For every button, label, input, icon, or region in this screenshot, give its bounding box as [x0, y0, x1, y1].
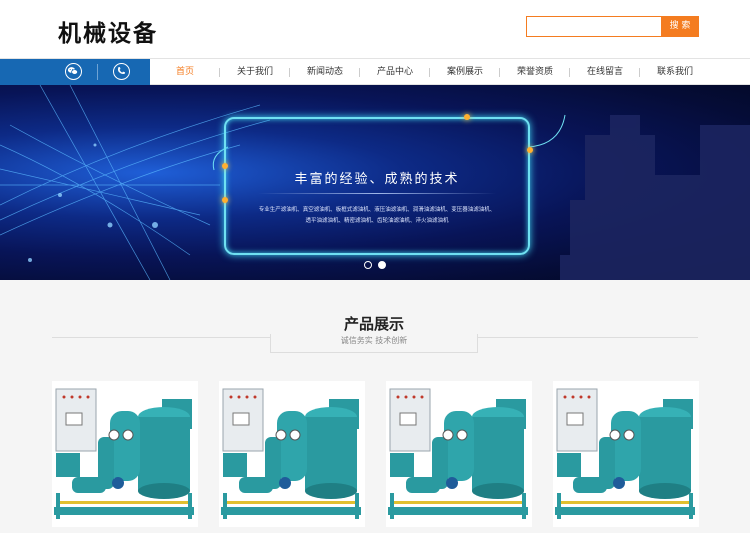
section-subtitle: 诚信务实 技术创新: [340, 336, 408, 345]
nav-item-label: 产品中心: [376, 67, 413, 77]
nav-item-label: 在线留言: [586, 67, 623, 77]
products-section: 产品展示 诚信务实 技术创新: [0, 280, 750, 533]
nav-item-label: 首页: [175, 67, 194, 77]
contact-bar: [0, 59, 150, 85]
product-card[interactable]: [386, 381, 532, 527]
oil-filter-machine-image: [388, 388, 528, 519]
wechat-icon[interactable]: [65, 63, 82, 80]
header: 机械设备 搜 索: [0, 0, 750, 58]
nav-list: 首页 关于我们 新闻动态 产品中心 案例展示 荣誉资质 在线留言 联系我们: [150, 59, 710, 85]
product-card[interactable]: [219, 381, 365, 527]
nav-item-contact[interactable]: 联系我们: [640, 59, 710, 85]
oil-filter-machine-image: [555, 388, 695, 519]
nav-item-label: 联系我们: [656, 67, 693, 77]
banner-description: 专业生产滤油机、真空滤油机、板框式滤油机、液压油滤油机、润滑油滤油机、变压器油滤…: [252, 205, 502, 227]
nav-item-products[interactable]: 产品中心: [360, 59, 430, 85]
banner-text-line: 专业生产滤油机、真空滤油机、板框式滤油机、液压油滤油机、润滑油滤油机、变压器油滤…: [258, 207, 496, 213]
frame-light-dot: [222, 197, 228, 203]
nav-item-label: 新闻动态: [306, 67, 343, 77]
oil-filter-machine-image: [54, 388, 194, 519]
section-title: 产品展示: [270, 313, 478, 334]
product-card[interactable]: [553, 381, 699, 527]
banner-title: 丰富的经验、成熟的技术: [294, 172, 460, 187]
hero-banner[interactable]: 丰富的经验、成熟的技术 专业生产滤油机、真空滤油机、板框式滤油机、液压油滤油机、…: [0, 85, 750, 280]
site-logo[interactable]: 机械设备: [58, 14, 158, 48]
nav-item-about[interactable]: 关于我们: [220, 59, 290, 85]
oil-filter-machine-image: [221, 388, 361, 519]
main-navbar: 首页 关于我们 新闻动态 产品中心 案例展示 荣誉资质 在线留言 联系我们: [0, 58, 750, 85]
slider-dot-1[interactable]: [364, 261, 372, 269]
banner-text-line: 透平油滤油机、精密滤油机、齿轮油滤油机、淬火油滤油机: [305, 218, 449, 224]
product-card[interactable]: [52, 381, 198, 527]
search-button[interactable]: 搜 索: [661, 16, 699, 37]
frame-light-dot: [464, 114, 470, 120]
nav-item-label: 荣誉资质: [516, 67, 553, 77]
phone-icon[interactable]: [113, 63, 130, 80]
nav-item-cases[interactable]: 案例展示: [430, 59, 500, 85]
slider-dot-2-active[interactable]: [378, 261, 386, 269]
nav-item-label: 案例展示: [446, 67, 483, 77]
banner-divider: [258, 193, 496, 194]
nav-item-honors[interactable]: 荣誉资质: [500, 59, 570, 85]
nav-item-news[interactable]: 新闻动态: [290, 59, 360, 85]
frame-light-dot: [527, 147, 533, 153]
contact-divider: [97, 64, 98, 80]
nav-item-home[interactable]: 首页: [150, 59, 220, 85]
search-input[interactable]: [526, 16, 662, 37]
nav-item-message[interactable]: 在线留言: [570, 59, 640, 85]
nav-item-label: 关于我们: [236, 67, 273, 77]
